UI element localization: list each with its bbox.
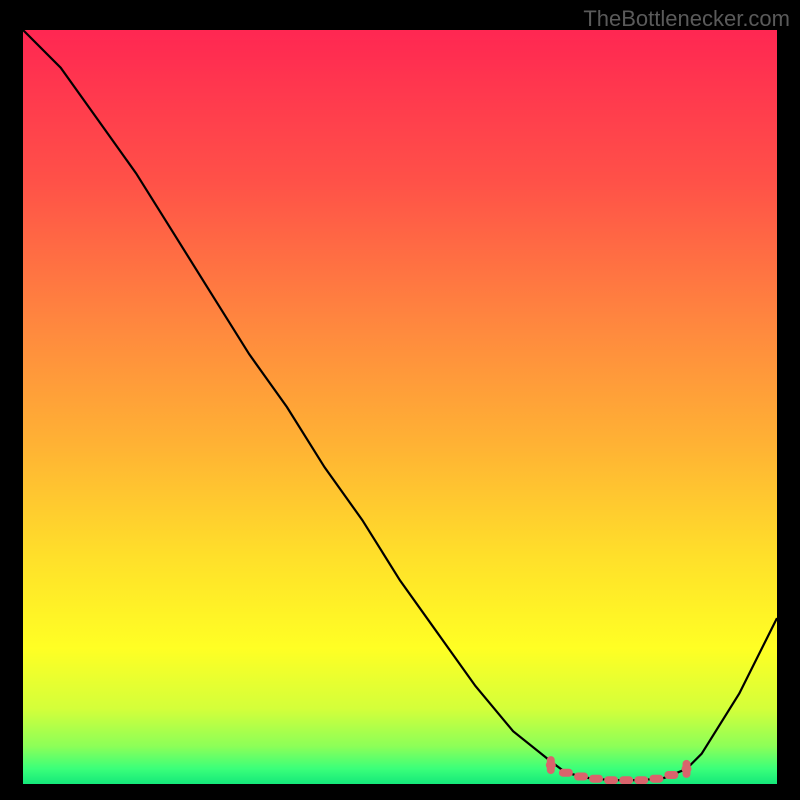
chart-area [23, 30, 777, 784]
curve-line [23, 30, 777, 780]
watermark-text: TheBottlenecker.com [583, 6, 790, 32]
line-layer [23, 30, 777, 784]
